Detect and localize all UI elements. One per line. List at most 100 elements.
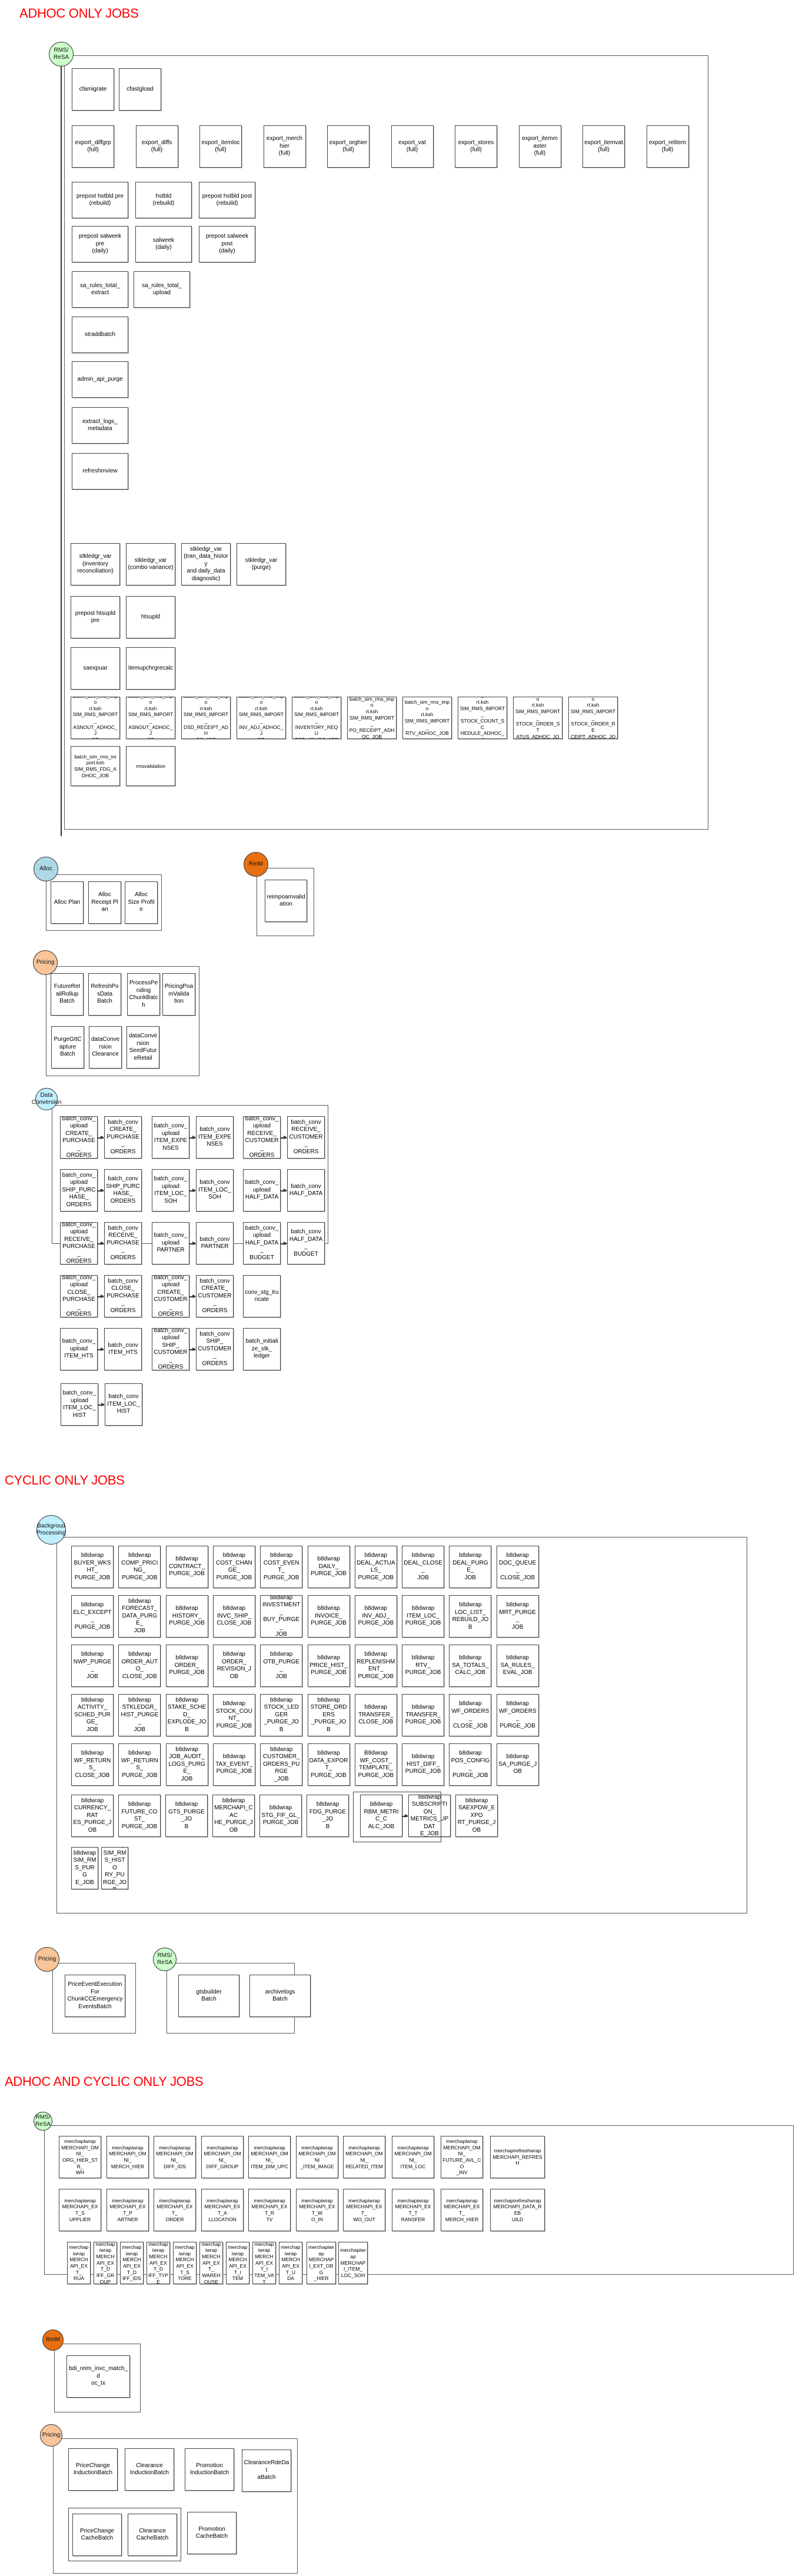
pricing-job[interactable]: ProcessPending ChunkBatch bbox=[127, 973, 160, 1016]
both-rms-job[interactable]: merchapiwrap MERCHAPI_EXT_ WAREHOUSE bbox=[199, 2242, 223, 2284]
adhoc-rms-job[interactable]: cfastgload bbox=[119, 68, 161, 111]
both-rms-job[interactable]: merchapiwrap MERCHAPI_EXT_S TORE bbox=[173, 2242, 197, 2284]
background-job[interactable]: b8dwrap HISTORY_ PURGE_JOB bbox=[165, 1595, 208, 1638]
both-pricing-job[interactable]: Promotion CacheBatch bbox=[187, 2512, 237, 2554]
adhoc-rms-job[interactable]: cfamigrate bbox=[72, 68, 114, 111]
background-job[interactable]: b8dwrap MERCHAPI_CAC HE_PURGE_JOB bbox=[212, 1795, 255, 1837]
both-rms-job[interactable]: merchapiwrap MERCHAPI_EXT_I TEM bbox=[226, 2242, 249, 2284]
adhoc-rms-job[interactable]: export_itemloc (full) bbox=[199, 125, 242, 168]
background-job[interactable]: b8dwrap ELC_EXCEPT_ PURGE_JOB bbox=[71, 1595, 114, 1638]
adhoc-rms-job[interactable]: batch_sim_rms_im port.ksh SIM_RMS_FDG_A … bbox=[71, 746, 120, 786]
conversion-job[interactable]: batch_conv ITEM_EXPENSES bbox=[196, 1116, 234, 1159]
background-job[interactable]: b8dwrap WF_ORDERS_ CLOSE_JOB bbox=[449, 1694, 492, 1736]
background-job[interactable]: b8dwrap ORDER_ PURGE_JOB bbox=[165, 1645, 208, 1687]
both-rms-job[interactable]: merchapiwrap MERCHAPI_ITEM_ LOC_SOH bbox=[338, 2242, 368, 2284]
background-job[interactable]: b8dwrap DATA_EXPORT_ PURGE_JOB bbox=[307, 1743, 350, 1786]
conversion-job[interactable]: batch_conv SHIP_ CUSTOMER_ ORDERS bbox=[196, 1328, 234, 1370]
conversion-upload-job[interactable]: batch_conv_upload PARTNER bbox=[152, 1222, 189, 1264]
background-job[interactable]: b8dwrap REPLENISHMENT_ PURGE_JOB bbox=[354, 1645, 397, 1687]
background-job[interactable]: b8dwrap LOC_LIST_ REBUILD_JOB bbox=[449, 1595, 492, 1638]
both-pricing-job[interactable]: Promotion InductionBatch bbox=[185, 2448, 234, 2491]
conversion-upload-job[interactable]: batch_conv_upload CREATE_ CUSTOMER_ ORDE… bbox=[152, 1275, 189, 1317]
adhoc-rms-job[interactable]: export_itemvat (full) bbox=[582, 125, 625, 168]
conversion-upload-job[interactable]: batch_conv_upload RECEIVE_ PURCHASE_ ORD… bbox=[60, 1222, 98, 1264]
conversion-job[interactable]: batch_conv HALF_DATA bbox=[287, 1169, 325, 1212]
adhoc-rms-job[interactable]: refreshmview bbox=[72, 453, 128, 490]
background-job[interactable]: b8dwrap WF_ORDERS_ PURGE_JOB bbox=[496, 1694, 539, 1736]
pricing-job[interactable]: PricingPoamValida tion bbox=[162, 973, 195, 1016]
adhoc-rms-job[interactable]: batch_sim_rms_impo rt.ksh SIM_RMS_IMPORT… bbox=[347, 697, 397, 739]
alloc-job[interactable]: Alloc Receipt Plan bbox=[88, 881, 121, 924]
adhoc-rms-job[interactable]: itemupchrgrecalc bbox=[126, 647, 175, 690]
adhoc-rms-job[interactable]: export_merchhier (full) bbox=[263, 125, 306, 168]
adhoc-rms-job[interactable]: htsupld bbox=[126, 596, 175, 638]
background-job[interactable]: b8dwrap STG_FIF_GL_ PURGE_JOB bbox=[259, 1795, 302, 1837]
conversion-job[interactable]: batch_conv ITEM_LOC_HIST bbox=[105, 1383, 142, 1426]
background-job[interactable]: b8dwrap ORDER_AUTO_ CLOSE_JOB bbox=[118, 1645, 161, 1687]
adhoc-rms-job[interactable]: batch_sim_rms_impo rt.ksh SIM_RMS_IMPORT… bbox=[568, 697, 618, 739]
conversion-upload-job[interactable]: batch_conv_upload ITEM_LOC_HIST bbox=[61, 1383, 98, 1426]
adhoc-rms-job[interactable]: export_stores (full) bbox=[455, 125, 497, 168]
adhoc-rms-job[interactable]: prepost hstbld post (rebuild) bbox=[199, 182, 255, 218]
both-rms-job[interactable]: merchapiwrap MERCHAPI_EXT_R TV bbox=[248, 2189, 291, 2231]
adhoc-rms-job[interactable]: straddbatch bbox=[72, 317, 128, 353]
background-job[interactable]: b8dwrap STAKE_SCHED_ EXPLODE_JOB bbox=[165, 1694, 208, 1736]
background-job[interactable]: b8dwrap DOC_QUEUE_ CLOSE_JOB bbox=[496, 1546, 539, 1588]
background-job[interactable]: b8dwrap SAEXPDW_EXPO RT_PURGE_JOB bbox=[455, 1795, 498, 1837]
both-pricing-job[interactable]: PriceChange InductionBatch bbox=[68, 2448, 118, 2491]
pricing-job[interactable]: RefreshPosData Batch bbox=[88, 973, 121, 1016]
both-rms-job[interactable]: merchapiwrap MERCHAPI_OMNI_ DIFF_IDS bbox=[154, 2136, 196, 2178]
conversion-upload-job[interactable]: batch_conv_upload ITEM_HTS bbox=[60, 1328, 98, 1370]
both-rms-job[interactable]: merchapiwrap MERCHAPI_EXT_D IFF_IDS bbox=[120, 2242, 144, 2284]
both-rms-job[interactable]: merchapiwrap MERCHAPI_EXT_D IFF_GROUP bbox=[94, 2242, 117, 2284]
background-job[interactable]: b8dwrap BUYER_WKSHT_ PURGE_JOB bbox=[71, 1546, 114, 1588]
background-job[interactable]: b8dwrap SA_RULES_ EVAL_JOB bbox=[496, 1645, 539, 1687]
background-job[interactable]: b8dwrap INVOICE_ PURGE_JOB bbox=[307, 1595, 350, 1638]
adhoc-rms-job[interactable]: rmsvalidation bbox=[126, 746, 175, 786]
both-rms-job[interactable]: merchapiwrap MERCHAPI_OMNI _ITEM_IMAGE bbox=[296, 2136, 338, 2178]
both-rms-job[interactable]: merchapiwrap MERCHAPI_EXT_I TEM_VAT bbox=[252, 2242, 276, 2284]
conversion-job[interactable]: batch_conv PARTNER bbox=[196, 1222, 234, 1264]
adhoc-rms-job[interactable]: prepost hstbld pre (rebuild) bbox=[72, 182, 128, 218]
both-reim-job[interactable]: bdi_reim_invc_match_d oc_tx bbox=[66, 2355, 130, 2398]
both-rms-job[interactable]: merchapiwrap MERCHAPI_OMNI_ MERCH_HIER bbox=[106, 2136, 149, 2178]
both-rms-job[interactable]: merchapiwrap MERCHAPI_OMNI_ ITEM_LOC bbox=[392, 2136, 434, 2178]
both-rms-job[interactable]: merchapirefreshwrap MERCHAPI_DATA_REB UI… bbox=[490, 2189, 545, 2231]
background-job[interactable]: b8dwrap HIST_DIFF_ PURGE_JOB bbox=[402, 1743, 445, 1786]
adhoc-rms-job[interactable]: export_diffgrp (full) bbox=[72, 125, 114, 168]
adhoc-rms-job[interactable]: export_itemmaster (full) bbox=[518, 125, 561, 168]
background-job[interactable]: b8dwrap DAILY_ PURGE_JOB bbox=[307, 1546, 350, 1588]
adhoc-rms-job[interactable]: prepost salweek pre (daily) bbox=[72, 226, 128, 262]
both-rms-job[interactable]: merchapiwrap MERCHAPI_OMNI_ ITEM_DIM_UPC bbox=[248, 2136, 291, 2178]
adhoc-rms-job[interactable]: hstbld (rebuild) bbox=[135, 182, 192, 218]
background-job[interactable]: b8dwrap ORDER_ REVISION_JOB bbox=[212, 1645, 255, 1687]
background-job[interactable]: b8dwrap TAX_EVENT_ PURGE_JOB bbox=[212, 1743, 255, 1786]
background-job[interactable]: B8dwrap WF_COST_ TEMPLATE_ PURGE_JOB bbox=[354, 1743, 397, 1786]
adhoc-rms-job[interactable]: saexpuar bbox=[71, 647, 120, 690]
background-job[interactable]: b8dwrap GTS_PURGE_JO B bbox=[165, 1795, 208, 1837]
both-pricing-job[interactable]: Clearance InductionBatch bbox=[125, 2448, 174, 2491]
background-job[interactable]: b8dwrap CONTRACT_ PURGE_JOB bbox=[165, 1546, 208, 1588]
cyclic-rms-job[interactable]: archivelogs Batch bbox=[249, 1975, 311, 2017]
background-job[interactable]: b8dwrap FORECAST_ DATA_PURGE_ JOB bbox=[118, 1595, 161, 1638]
both-rms-job[interactable]: merchapiwrap MERCHAPI_OMNI_ RELATED_ITEM bbox=[343, 2136, 385, 2178]
background-job[interactable]: b8dwrap JOB_AUDIT_ LOGS_PURGE_ JOB bbox=[165, 1743, 208, 1786]
background-job[interactable]: b8dwrap POS_CONFIG_ PURGE_JOB bbox=[449, 1743, 492, 1786]
conversion-job[interactable]: batch_conv ITEM_LOC_SOH bbox=[196, 1169, 234, 1212]
background-job[interactable]: b8dwrap INVC_SHIP_ CLOSE_JOB bbox=[212, 1595, 255, 1638]
background-job[interactable]: b8dwrap STOCK_COUNT_ PURGE_JOB bbox=[212, 1694, 255, 1736]
adhoc-rms-job[interactable]: export_vat (full) bbox=[391, 125, 434, 168]
both-rms-job[interactable]: merchapiwrap MERCHAPI_EXT_ ORDER bbox=[154, 2189, 196, 2231]
both-rms-job[interactable]: merchapiwrap MERCHAPI_EXT_W O_IN bbox=[296, 2189, 338, 2231]
conversion-job[interactable]: batch_conv SHIP_PURCHASE_ ORDERS bbox=[104, 1169, 142, 1212]
background-job[interactable]: b8dwrap DEAL_PURGE_ JOB bbox=[449, 1546, 492, 1588]
background-job[interactable]: b8dwrap SA_TOTALS_ CALC_JOB bbox=[449, 1645, 492, 1687]
background-job[interactable]: b8dwrap SA_PURGE_JOB bbox=[496, 1743, 539, 1786]
both-rms-job[interactable]: merchapiwrap MERCHAPI_EXT_U DA bbox=[279, 2242, 302, 2284]
conversion-upload-job[interactable]: batch_conv_upload RECEIVE_ CUSTOMER_ ORD… bbox=[243, 1116, 281, 1159]
background-job[interactable]: b8dwrap TRANSFER_ CLOSE_JOB bbox=[354, 1694, 397, 1736]
adhoc-rms-job[interactable]: stkledgr_var (tran_data_history and dail… bbox=[181, 543, 231, 585]
background-job[interactable]: b8dwrap ITEM_LOC_ PURGE_JOB bbox=[402, 1595, 445, 1638]
background-job[interactable]: b8dwrap OTB_PURGE_ JOB bbox=[260, 1645, 303, 1687]
adhoc-rms-job[interactable]: extract_logs_ metadata bbox=[72, 407, 128, 444]
